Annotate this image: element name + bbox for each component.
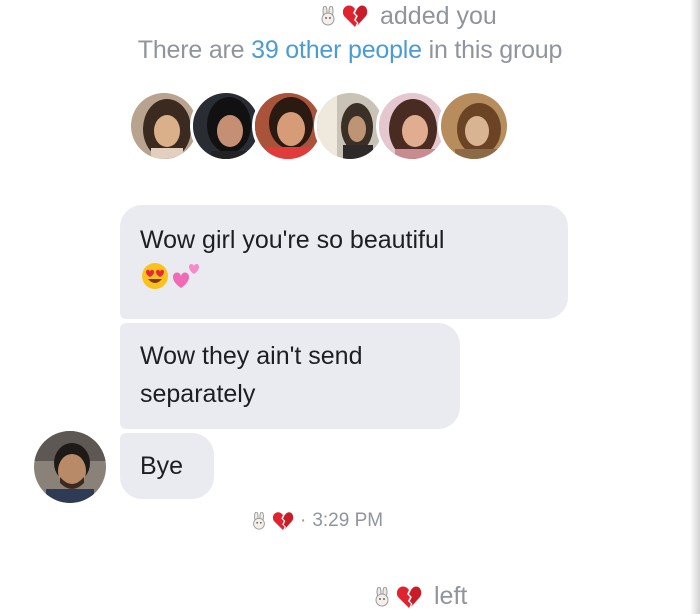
bunny-emoji-icon (250, 512, 268, 530)
message-text-2-line2: separately (140, 380, 256, 408)
broken-heart-icon (396, 585, 422, 609)
added-you-text: added you (380, 1, 497, 30)
message-timestamp: 3:29 PM (312, 510, 384, 531)
group-members-avatars[interactable] (128, 90, 510, 162)
message-bubble-1[interactable]: Wow girl you're so beautiful (120, 205, 568, 319)
left-text: left (434, 582, 468, 610)
two-hearts-emoji-icon (170, 261, 204, 302)
message-bubble-2[interactable]: Wow they ain't send separately (120, 323, 460, 429)
message-text-3: Bye (140, 452, 184, 480)
left-group-notice: left (372, 582, 467, 611)
broken-heart-icon (272, 511, 294, 531)
message-bubble-3[interactable]: Bye (120, 433, 214, 499)
group-member-count: There are 39 other people in this group (0, 36, 700, 65)
sender-avatar[interactable] (34, 431, 106, 503)
screen-edge-shadow (690, 0, 700, 614)
bunny-emoji-icon (318, 6, 338, 26)
heart-eyes-emoji-icon (140, 261, 170, 302)
read-receipt: · 3:29 PM (250, 510, 383, 532)
message-text-2-line1: Wow they ain't send (140, 342, 363, 370)
bunny-emoji-icon (372, 586, 392, 607)
message-emojis (140, 261, 548, 302)
other-people-link[interactable]: 39 other people (251, 36, 422, 64)
member-avatar-6[interactable] (438, 90, 510, 162)
broken-heart-icon (342, 4, 368, 28)
message-text-1: Wow girl you're so beautiful (140, 226, 445, 254)
group-info-prefix: There are (137, 36, 252, 64)
receipt-separator: · (300, 510, 307, 531)
added-you-notice: added you (318, 0, 497, 32)
group-info-suffix: in this group (421, 36, 563, 64)
